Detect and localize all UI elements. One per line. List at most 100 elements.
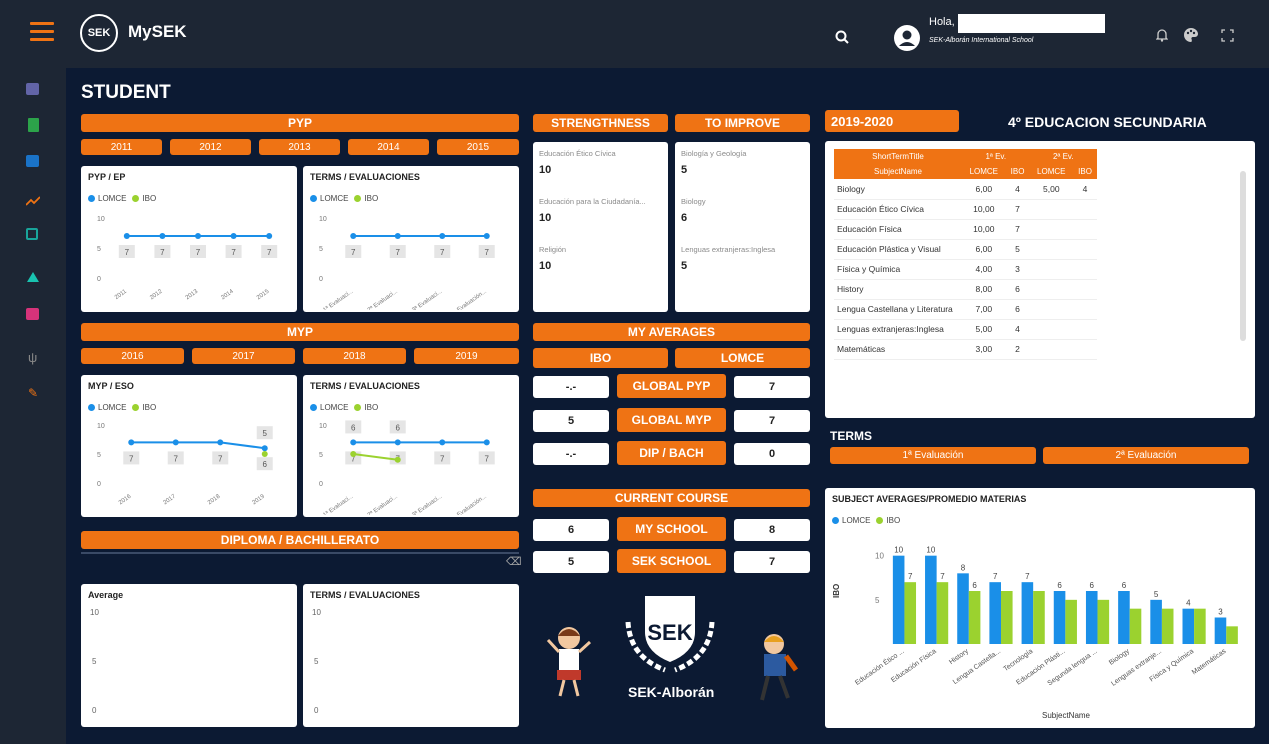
x-tick: 2013 [185,288,200,301]
grade-cell [1073,259,1097,280]
x-tick: 2019 [252,493,267,506]
app-logo[interactable]: SEK [80,14,118,52]
table-row[interactable]: Lengua Castellana y Literatura 7,00 6 [834,299,1097,320]
pyp-year-2014[interactable]: 2014 [348,139,429,155]
onenote-icon[interactable] [26,270,40,288]
teams-icon[interactable] [26,83,39,95]
palette-icon[interactable] [1183,27,1199,48]
dip-bach-label[interactable]: DIP / BACH [617,441,726,465]
ibo-bar [1129,608,1142,644]
myp-year-2017[interactable]: 2017 [192,348,295,364]
col-lomce[interactable]: LOMCE [1029,164,1074,179]
book-icon[interactable] [28,118,39,132]
grade-cell: 6,00 [962,179,1006,200]
lomce-bar [1118,591,1130,644]
fullscreen-icon[interactable] [1221,29,1234,47]
term-2-button[interactable]: 2ª Evaluación [1043,447,1249,464]
svg-text:SEK: SEK [647,620,692,645]
y-axis-label: IBO [832,584,841,598]
strengths-header: STRENGTHNESS [533,114,668,132]
data-label: 7 [940,572,945,581]
table-row[interactable]: Matemáticas 3,00 2 [834,339,1097,360]
outlook-icon[interactable] [26,155,39,167]
table-row[interactable]: Biology 6,00 4 5,00 4 [834,179,1097,200]
y-tick: 10 [97,216,105,223]
search-icon[interactable] [835,30,849,44]
table-row[interactable]: History 8,00 6 [834,279,1097,300]
my-school-label[interactable]: MY SCHOOL [617,517,726,541]
sek-school-label[interactable]: SEK SCHOOL [617,549,726,573]
myp-year-2018[interactable]: 2018 [303,348,406,364]
ibo-bar [1097,599,1110,644]
data-label: 7 [160,248,165,257]
myp-year-2016[interactable]: 2016 [81,348,184,364]
grade-cell [1029,219,1074,240]
grade-cell [1073,339,1097,360]
sek-school-right: 7 [734,551,810,573]
trend-icon[interactable] [25,193,41,211]
x-tick: 2015 [256,288,271,301]
calendar-icon[interactable] [26,308,39,320]
data-label: 7 [351,248,356,257]
bell-icon[interactable] [1155,28,1169,47]
grade-cell: 7,00 [962,299,1006,320]
global-myp-label[interactable]: GLOBAL MYP [617,408,726,432]
x-tick: 3ª Evaluaci... [411,493,444,515]
ibo-bar [1033,591,1045,644]
lomce-bar [1150,599,1162,644]
pencil-icon[interactable]: ✎ [28,386,38,400]
x-tick: 2ª Evaluaci... [366,493,399,515]
pyp-header: PYP [81,114,519,132]
subject-cell: Educación Ético Cívica [834,199,962,220]
table-row[interactable]: Educación Ético Cívica 10,00 7 [834,199,1097,220]
pyp-year-2012[interactable]: 2012 [170,139,251,155]
menu-icon[interactable] [30,22,54,42]
course-year: 2019-2020 [825,110,959,132]
grade-cell: 3,00 [962,339,1006,360]
lomce-point [261,445,268,452]
chart-title: Average [88,590,124,600]
data-label: 7 [440,248,445,257]
kid-girl-illustration [544,622,594,702]
data-label: 10 [894,546,903,555]
grade-cell [1029,299,1074,320]
table-scrollbar[interactable] [1240,171,1246,341]
pyp-year-2013[interactable]: 2013 [259,139,340,155]
pyp-year-2011[interactable]: 2011 [81,139,162,155]
table-row[interactable]: Lenguas extranjeras:Inglesa 5,00 4 [834,319,1097,340]
line-chart: 10 5 0 1ª Evaluaci... 2ª Evaluaci... 3ª Evalu… [319,216,495,310]
table-row[interactable]: Física y Química 4,00 3 [834,259,1097,280]
lomce-point [394,233,401,239]
col-ibo[interactable]: IBO [1073,164,1097,179]
pyp-year-2015[interactable]: 2015 [437,139,519,155]
y-tick: 5 [92,657,97,666]
user-avatar-icon[interactable] [894,25,920,51]
grade-cell: 4,00 [962,259,1006,280]
my-school-right: 8 [734,519,810,541]
lomce-point [195,233,201,239]
data-label: 7 [908,572,913,581]
course-level: 4º EDUCACION SECUNDARIA [1008,114,1207,130]
grade-cell [1029,279,1074,300]
data-label: 7 [485,248,490,257]
y-tick: 10 [319,216,327,223]
myp-year-2019[interactable]: 2019 [414,348,519,364]
data-label: 7 [993,572,998,581]
subject-name-header[interactable]: SubjectName [834,164,962,179]
tools-icon[interactable]: ψ [28,350,37,365]
global-pyp-label[interactable]: GLOBAL PYP [617,374,726,398]
table-row[interactable]: Educación Plástica y Visual 6,00 5 [834,239,1097,260]
line-chart: 10 5 0 2011 2012 2013 2014 2015 7 7 7 7 7 [97,216,278,301]
grade-cell [1029,199,1074,220]
term-1-button[interactable]: 1ª Evaluación [830,447,1036,464]
table-row[interactable]: Educación Física 10,00 7 [834,219,1097,240]
col-lomce[interactable]: LOMCE [962,164,1006,179]
col-ibo[interactable]: IBO [1005,164,1030,179]
grade-cell [1073,299,1097,320]
lomce-point [123,233,130,239]
lomce-point [172,439,179,446]
x-tick: 2018 [207,493,222,506]
grades-icon[interactable] [26,228,38,240]
top-bar: SEK MySEK Hola, SEK-Alborán Internationa… [0,0,1269,68]
eraser-icon[interactable]: ⌫ [506,555,522,568]
